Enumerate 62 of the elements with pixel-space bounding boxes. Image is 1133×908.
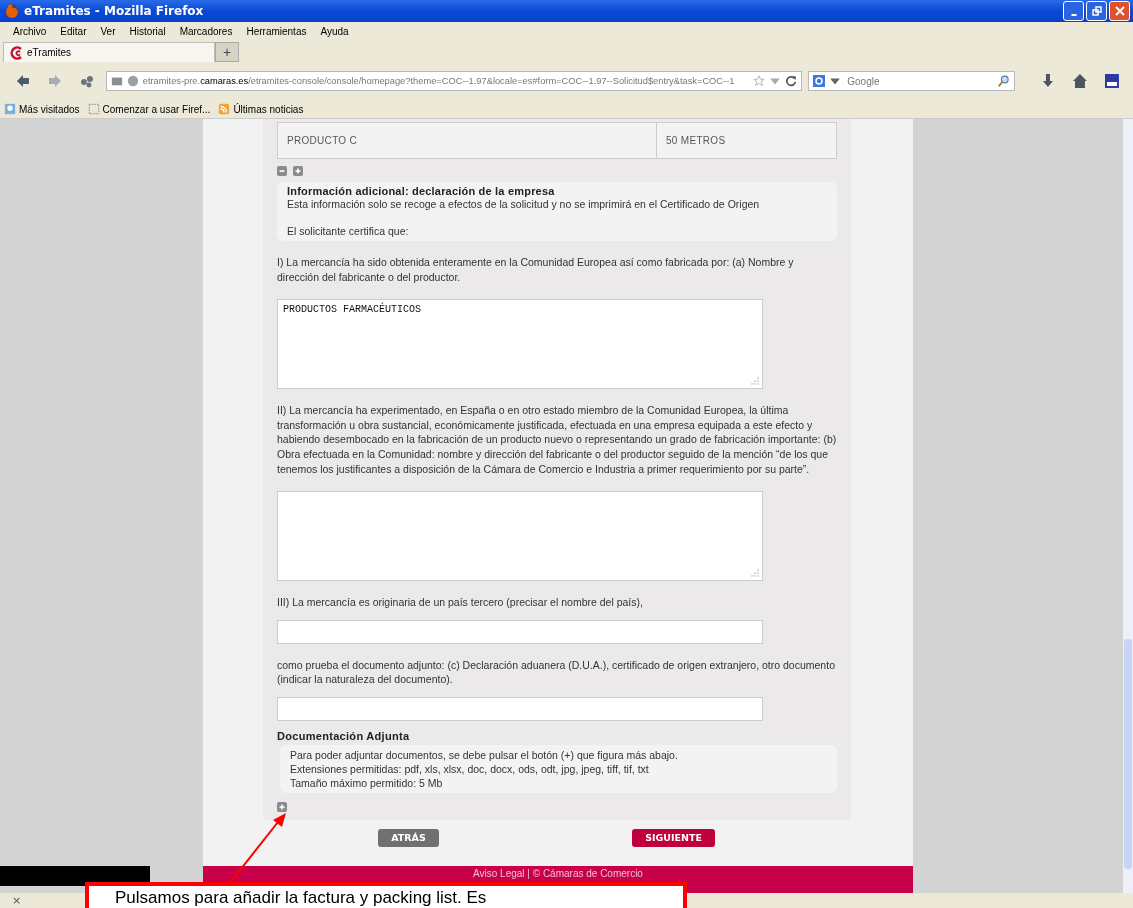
scrollbar[interactable] bbox=[1123, 119, 1133, 893]
logo-icon bbox=[10, 45, 24, 60]
window-title: eTramites - Mozilla Firefox bbox=[24, 4, 205, 18]
menu-item[interactable]: Archivo bbox=[6, 25, 54, 37]
forward-icon[interactable] bbox=[46, 73, 63, 89]
menu-item[interactable]: Editar bbox=[53, 25, 94, 37]
question-text: III) La mercancía es originaria de un país tercero (precisar el nombre del país), bbox=[277, 595, 644, 610]
minimize-button[interactable] bbox=[1063, 1, 1084, 21]
section-title: Documentación Adjunta bbox=[277, 729, 411, 742]
close-icon bbox=[1114, 6, 1125, 16]
plus-icon[interactable] bbox=[293, 166, 303, 176]
question-text: II) La mercancía ha experimentado, en España o en otro estado miembro de la Comunidad Europea, la última transformación u obra sustancial, económicamente justificada, efectuada en una empresa equipada a este efecto y habiendo desembocado en la fabricación de un producto nuevo o representando un grado de fabricación importante: (b) Obra efectuada en la Comunidad: nombre y dirección del fabricante o del productor seguido de la mención “de los que tenemos los justificantes a disposición de la Cámara de Comercio e Industria a primer requerimiento por su parte”. bbox=[277, 403, 837, 477]
addon-icon[interactable] bbox=[78, 73, 95, 89]
table-cell: PRODUCTO C bbox=[278, 123, 657, 158]
text-area[interactable]: PRODUCTOS FARMACÉUTICOS bbox=[277, 299, 763, 390]
extension-icon[interactable] bbox=[1104, 73, 1121, 89]
menu-item[interactable]: Historial bbox=[122, 25, 173, 37]
scrollbar-thumb[interactable] bbox=[1124, 639, 1132, 869]
restore-icon bbox=[1091, 6, 1102, 16]
search-icon[interactable] bbox=[998, 75, 1011, 87]
menu-item[interactable]: Marcadores bbox=[172, 25, 240, 37]
info-title: Información adicional: declaración de la empresa bbox=[287, 185, 556, 197]
table-cell-text: 50 METROS bbox=[665, 134, 727, 148]
minus-icon[interactable] bbox=[277, 166, 287, 176]
input-field[interactable] bbox=[277, 619, 763, 644]
star-icon[interactable] bbox=[753, 75, 766, 87]
home-icon[interactable] bbox=[1072, 73, 1089, 89]
browser-tab[interactable]: eTramites bbox=[3, 42, 215, 62]
minimize-icon bbox=[1070, 13, 1077, 16]
next-button[interactable]: SIGUIENTE bbox=[632, 828, 715, 847]
resize-grip-icon[interactable] bbox=[751, 377, 759, 386]
callout-text: Pulsamos para añadir la factura y packing list. Es bbox=[115, 888, 487, 907]
resize-grip-icon[interactable] bbox=[751, 569, 759, 578]
info-text: El solicitante certifica que: bbox=[287, 224, 410, 238]
question-text: I) La mercancía ha sido obtenida enteramente en la Comunidad Europea así como fabricada por: (a) Nombre y dirección del fabricante o del productor. bbox=[277, 255, 795, 285]
address-bar[interactable]: etramites-pre.camaras.es/etramites-console/console/homepage?theme=COC--1.97&locale=es#form=COC--1.97--Solicitud$entry&task=COC--1 bbox=[105, 71, 803, 91]
info-text: Extensiones permitidas: pdf, xls, xlsx, doc, docx, ods, odt, jpg, jpeg, tiff, tif, txt bbox=[290, 761, 650, 776]
search-bar[interactable]: Google bbox=[808, 71, 1016, 91]
url-text: etramites-pre.camaras.es/etramites-console/console/homepage?theme=COC--1.97&locale=es#form=COC--1.97--Solicitud$entry&task=COC--1 bbox=[142, 76, 736, 86]
back-button[interactable]: ATRÁS bbox=[378, 828, 439, 847]
search-engine-icon[interactable] bbox=[813, 75, 826, 87]
new-tab-button[interactable]: + bbox=[215, 42, 239, 62]
info-text: Esta información solo se recoge a efectos de la solicitud y no se imprimirá en el Certificado de Origen bbox=[287, 197, 761, 211]
menu-item[interactable]: Herramientas bbox=[239, 25, 314, 37]
add-icon[interactable] bbox=[277, 801, 287, 812]
bookmark-item[interactable]: Más visitados bbox=[4, 103, 80, 115]
bookmark-item[interactable]: Últimas noticias bbox=[218, 103, 304, 115]
rss-icon bbox=[218, 103, 231, 115]
close-addon-bar-button[interactable]: × bbox=[12, 894, 22, 907]
close-button[interactable] bbox=[1109, 1, 1130, 21]
input-field[interactable] bbox=[277, 696, 763, 721]
menu-item[interactable]: Ver bbox=[93, 25, 123, 37]
restore-button[interactable] bbox=[1086, 1, 1107, 21]
menu-item[interactable]: Ayuda bbox=[313, 25, 356, 37]
bookmark-item[interactable]: Comenzar a usar Firef... bbox=[87, 103, 211, 115]
page-icon bbox=[87, 103, 100, 115]
back-icon[interactable] bbox=[15, 73, 31, 89]
info-text: Tamaño máximo permitido: 5 Mb bbox=[290, 775, 444, 790]
question-text: como prueba el documento adjunto: (c) Declaración aduanera (D.U.A.), certificado de origen extranjero, otro documento (indicar la naturaleza del documento). bbox=[277, 657, 836, 687]
reload-icon[interactable] bbox=[785, 75, 798, 87]
footer-text: Aviso Legal | © Cámaras de Comercio bbox=[473, 868, 643, 880]
info-text: Para poder adjuntar documentos, se debe pulsar el botón (+) que figura más abajo. bbox=[290, 747, 679, 762]
